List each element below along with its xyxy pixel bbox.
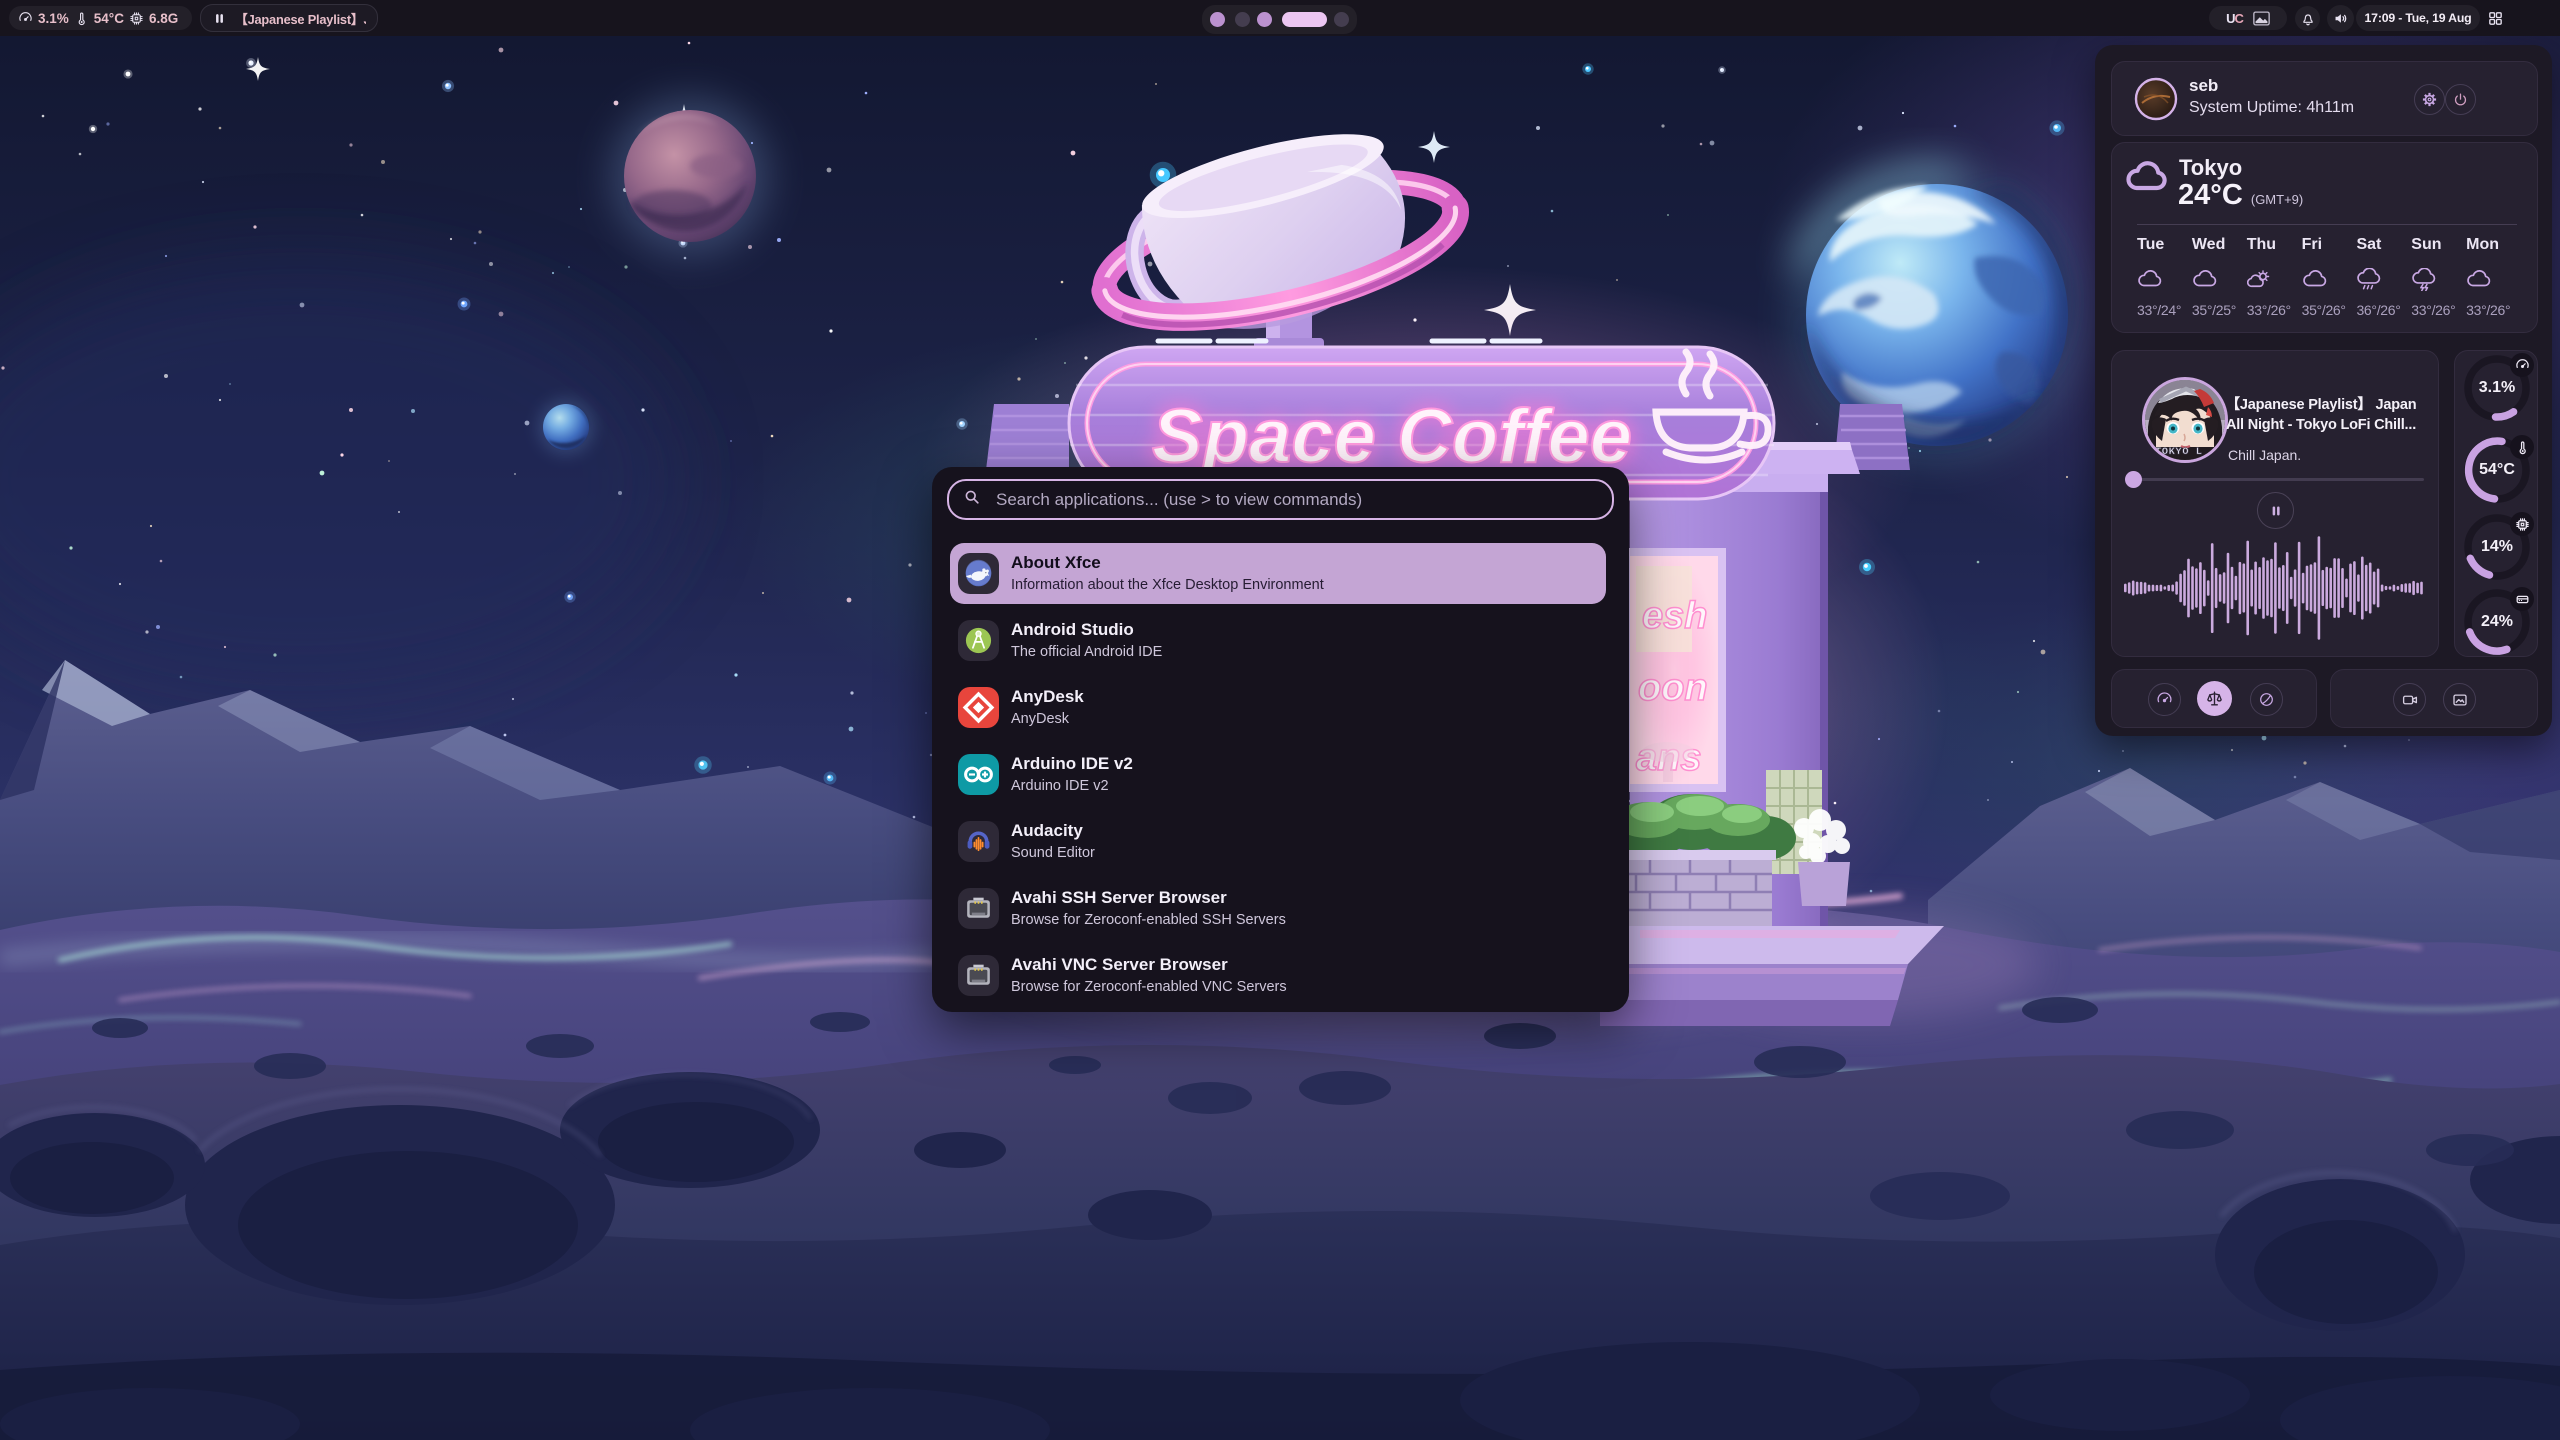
svg-text:oon: oon [1638,667,1708,709]
svg-text:esh: esh [1642,595,1707,637]
